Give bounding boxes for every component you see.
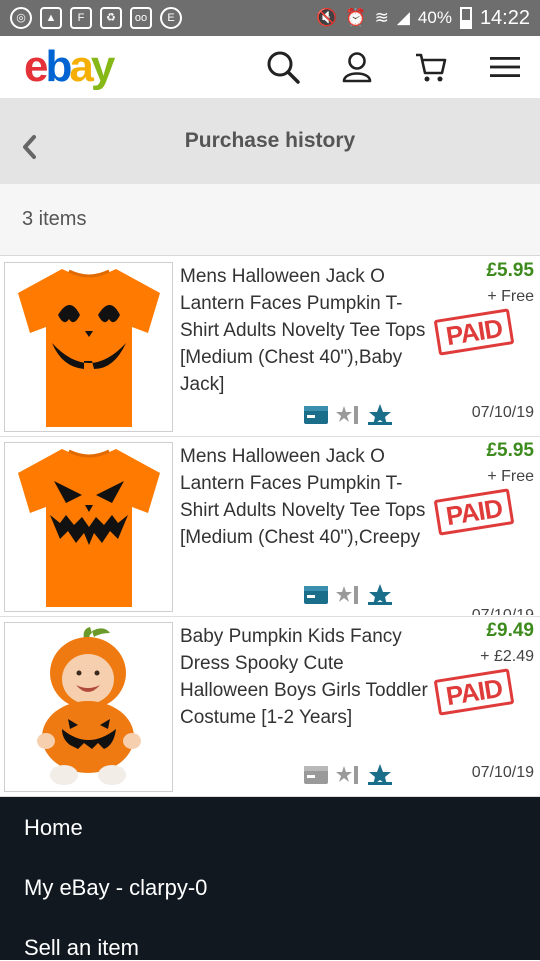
item-image-tshirt-creepy[interactable] <box>4 442 173 612</box>
alarm-icon: ⏰ <box>345 8 367 27</box>
drawer-item-home[interactable]: Home <box>24 815 83 841</box>
item-count: 3 items <box>22 208 87 230</box>
sync-icon: ◎ <box>10 7 32 29</box>
ebay-logo[interactable]: ebay <box>24 45 115 89</box>
clock: 14:22 <box>479 6 530 29</box>
cart-icon[interactable] <box>414 51 448 83</box>
paid-stamp: PAID <box>433 308 515 356</box>
order-status-icons <box>303 402 393 426</box>
feedback-received-icon <box>368 404 392 425</box>
feedback-received-icon <box>368 584 392 605</box>
shipped-box-icon <box>304 586 328 604</box>
order-status-icons <box>303 582 393 606</box>
shipped-box-icon <box>304 406 328 424</box>
item-date: 07/10/19 <box>471 764 534 781</box>
gallery-icon: ▲ <box>40 7 62 29</box>
feedback-left-icon <box>336 406 358 424</box>
item-image-tshirt-smiling[interactable] <box>4 262 173 432</box>
item-image-baby-costume[interactable] <box>4 622 173 792</box>
page-title: Purchase history <box>184 129 356 152</box>
item-count-bar: 3 items <box>0 184 540 256</box>
battery-percent: 40% <box>417 8 452 27</box>
purchase-item[interactable]: Mens Halloween Jack O Lantern Faces Pump… <box>0 437 540 617</box>
order-status-icons <box>303 762 393 786</box>
item-title[interactable]: Mens Halloween Jack O Lantern Faces Pump… <box>180 263 430 398</box>
drawer-item-my-ebay[interactable]: My eBay - clarpy-0 <box>24 875 207 901</box>
purchase-list: Mens Halloween Jack O Lantern Faces Pump… <box>0 257 540 797</box>
page-header: Purchase history <box>0 98 540 184</box>
item-date: 07/10/19 <box>472 607 534 615</box>
item-shipping: + Free <box>487 468 534 485</box>
paid-stamp: PAID <box>433 668 515 716</box>
feedback-received-icon <box>368 764 392 785</box>
app-header: ebay <box>0 36 540 98</box>
mute-icon: 🔇 <box>316 8 338 27</box>
battery-icon <box>459 7 472 29</box>
nav-drawer: Home My eBay - clarpy-0 Sell an item <box>0 797 540 960</box>
purchase-item[interactable]: Baby Pumpkin Kids Fancy Dress Spooky Cut… <box>0 617 540 797</box>
feedback-left-icon <box>336 586 358 604</box>
item-title[interactable]: Baby Pumpkin Kids Fancy Dress Spooky Cut… <box>180 623 430 758</box>
notification-icon: E <box>160 7 182 29</box>
item-price: £5.95 <box>486 440 534 461</box>
item-price: £5.95 <box>486 260 534 281</box>
status-bar: ◎ ▲ F ♻ oo E 🔇 ⏰ ≋ ◢ 40% 14:22 <box>0 0 540 36</box>
item-price: £9.49 <box>486 620 534 641</box>
drawer-item-sell[interactable]: Sell an item <box>24 935 139 961</box>
item-shipping: + Free <box>487 288 534 305</box>
paid-stamp: PAID <box>433 488 515 536</box>
recycle-icon: ♻ <box>100 7 122 29</box>
voicemail-icon: oo <box>130 7 152 29</box>
flipboard-icon: F <box>70 7 92 29</box>
search-icon[interactable] <box>266 50 300 84</box>
signal-icon: ◢ <box>396 8 410 27</box>
feedback-left-icon <box>336 766 358 784</box>
account-icon[interactable] <box>342 51 372 83</box>
back-arrow-icon[interactable] <box>20 134 38 160</box>
item-shipping: + £2.49 <box>480 648 534 665</box>
wifi-icon: ≋ <box>374 8 389 27</box>
item-title[interactable]: Mens Halloween Jack O Lantern Faces Pump… <box>180 443 430 578</box>
shipped-box-icon <box>304 766 328 784</box>
purchase-item[interactable]: Mens Halloween Jack O Lantern Faces Pump… <box>0 257 540 437</box>
menu-icon[interactable] <box>490 55 520 79</box>
item-date: 07/10/19 <box>471 404 534 421</box>
